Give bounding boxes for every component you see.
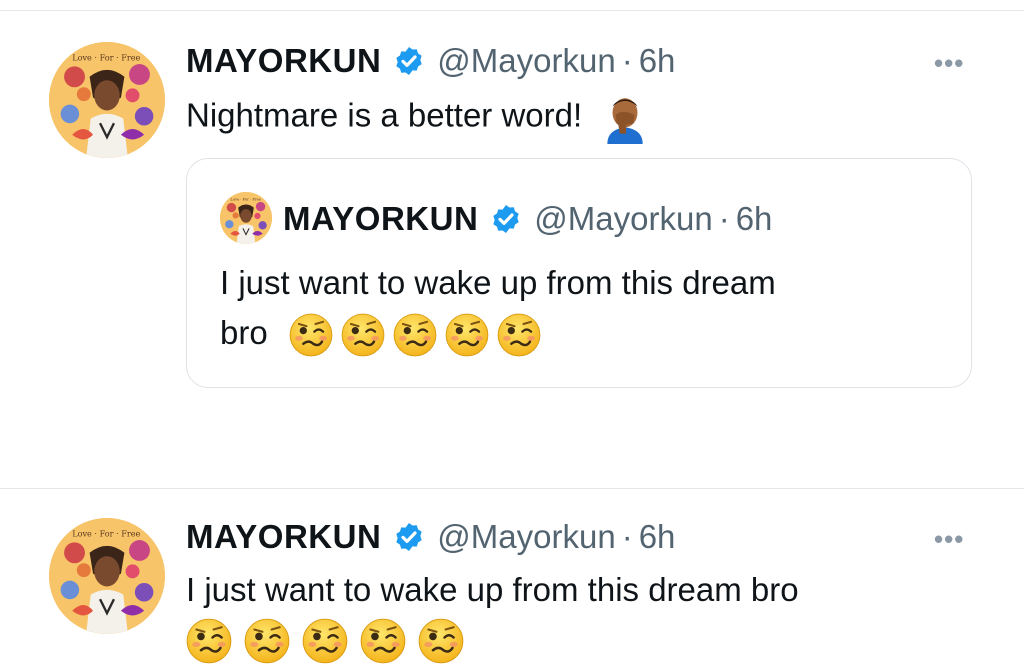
quoted-tweet-line-1: I just want to wake up from this dream	[220, 264, 776, 301]
album-cover-avatar-icon	[49, 42, 165, 158]
timestamp[interactable]: 6h	[639, 518, 676, 556]
woozy-face-icon	[244, 618, 290, 664]
quoted-tweet-header: MAYORKUN @Mayorkun · 6h	[283, 199, 772, 239]
verified-badge-icon	[393, 45, 425, 77]
quoted-tweet-line-2: bro	[220, 309, 541, 357]
dot-separator: ·	[718, 200, 730, 237]
quoted-tweet-line-2-text: bro	[220, 314, 268, 351]
tweet-2[interactable]: MAYORKUN @Mayorkun · 6h ••• I just want …	[0, 500, 1024, 668]
more-options-button[interactable]: •••	[934, 526, 964, 552]
woozy-face-icon	[418, 618, 464, 664]
author-name[interactable]: MAYORKUN	[186, 518, 381, 556]
album-cover-avatar-icon	[49, 518, 165, 634]
timestamp[interactable]: 6h	[639, 42, 676, 80]
author-avatar[interactable]	[49, 42, 165, 158]
verified-badge-icon	[393, 521, 425, 553]
author-avatar[interactable]	[49, 518, 165, 634]
quoted-author-name[interactable]: MAYORKUN	[283, 200, 478, 238]
album-cover-avatar-icon	[220, 192, 272, 244]
woozy-face-icon	[497, 313, 541, 357]
quoted-timestamp[interactable]: 6h	[736, 200, 773, 238]
person-facepalming-icon	[599, 92, 651, 144]
verified-badge-icon	[490, 203, 522, 235]
woozy-face-icon	[341, 313, 385, 357]
tweet-divider	[0, 488, 1024, 489]
woozy-face-icon	[302, 618, 348, 664]
tweet-body: I just want to wake up from this dream b…	[186, 571, 799, 608]
woozy-face-icon	[289, 313, 333, 357]
author-handle[interactable]: @Mayorkun	[437, 42, 615, 80]
woozy-face-icon	[445, 313, 489, 357]
tweet-header: MAYORKUN @Mayorkun · 6h	[186, 518, 675, 556]
more-options-button[interactable]: •••	[934, 50, 964, 76]
emoji-row	[186, 618, 464, 664]
woozy-face-icon	[360, 618, 406, 664]
author-handle[interactable]: @Mayorkun	[437, 518, 615, 556]
tweet-text: Nightmare is a better word!	[186, 92, 651, 144]
tweet-1[interactable]: MAYORKUN @Mayorkun · 6h ••• Nightmare is…	[0, 0, 1024, 470]
quoted-author-handle[interactable]: @Mayorkun	[534, 200, 712, 238]
woozy-face-icon	[393, 313, 437, 357]
tweet-header: MAYORKUN @Mayorkun · 6h	[186, 42, 675, 80]
dot-separator: ·	[621, 42, 633, 79]
tweet-body: Nightmare is a better word!	[186, 96, 583, 134]
quoted-tweet-card[interactable]: MAYORKUN @Mayorkun · 6h I just want to w…	[186, 158, 972, 388]
author-name[interactable]: MAYORKUN	[186, 42, 381, 80]
quoted-author-avatar[interactable]	[220, 192, 272, 244]
woozy-face-icon	[186, 618, 232, 664]
dot-separator: ·	[621, 518, 633, 555]
